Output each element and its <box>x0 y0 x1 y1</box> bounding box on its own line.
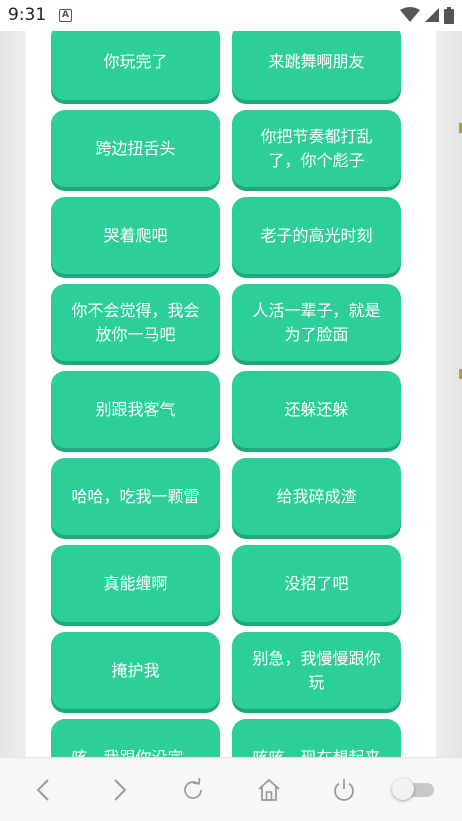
sound-button-grid: 你玩完了 来跳舞啊朋友 跨边扭舌头 你把节奏都打乱了，你个彪子 哭着爬吧 老子的… <box>51 31 401 757</box>
power-button[interactable] <box>328 774 360 806</box>
bottom-nav-bar <box>0 757 462 821</box>
status-time: 9:31 <box>8 5 47 25</box>
sound-button[interactable]: 哈哈，吃我一颗雷 <box>51 458 220 535</box>
back-icon <box>36 779 49 801</box>
a-box-icon: A <box>59 9 72 22</box>
sound-button[interactable]: 老子的高光时刻 <box>232 197 401 274</box>
sound-button[interactable]: 你玩完了 <box>51 31 220 100</box>
refresh-button[interactable] <box>177 774 209 806</box>
home-button[interactable] <box>253 774 285 806</box>
status-bar: 9:31 A <box>0 0 462 31</box>
back-button[interactable] <box>28 774 60 806</box>
sound-board-card: 你玩完了 来跳舞啊朋友 跨边扭舌头 你把节奏都打乱了，你个彪子 哭着爬吧 老子的… <box>26 31 436 757</box>
sound-button[interactable]: 别跟我客气 <box>51 371 220 448</box>
sound-button[interactable]: 你把节奏都打乱了，你个彪子 <box>232 110 401 187</box>
forward-icon <box>114 779 127 801</box>
sound-button[interactable]: 没招了吧 <box>232 545 401 622</box>
sound-button[interactable]: 咳咳，现在想起来 <box>232 719 401 757</box>
sound-button[interactable]: 你不会觉得，我会放你一马吧 <box>51 284 220 361</box>
sound-button[interactable]: 真能缠啊 <box>51 545 220 622</box>
sound-button[interactable]: 人活一辈子，就是为了脸面 <box>232 284 401 361</box>
power-icon <box>334 779 354 801</box>
sound-button[interactable]: 哭着爬吧 <box>51 197 220 274</box>
signal-icon <box>425 8 439 22</box>
toggle-switch[interactable] <box>392 778 436 800</box>
battery-icon <box>444 6 454 24</box>
refresh-icon <box>184 777 202 799</box>
home-icon <box>258 778 280 801</box>
sound-button[interactable]: 给我碎成渣 <box>232 458 401 535</box>
sound-button[interactable]: 跨边扭舌头 <box>51 110 220 187</box>
page-content: 你玩完了 来跳舞啊朋友 跨边扭舌头 你把节奏都打乱了，你个彪子 哭着爬吧 老子的… <box>0 31 462 757</box>
sound-button[interactable]: 还躲还躲 <box>232 371 401 448</box>
forward-button[interactable] <box>103 774 135 806</box>
side-margin-right <box>436 31 462 757</box>
toggle-thumb <box>392 778 414 800</box>
sound-button[interactable]: 咳，我跟你没完， <box>51 719 220 757</box>
side-margin-left <box>0 31 26 757</box>
sound-button[interactable]: 来跳舞啊朋友 <box>232 31 401 100</box>
system-icons <box>400 6 454 24</box>
wifi-icon <box>400 7 420 22</box>
sound-button[interactable]: 别急，我慢慢跟你玩 <box>232 632 401 709</box>
sound-button[interactable]: 掩护我 <box>51 632 220 709</box>
